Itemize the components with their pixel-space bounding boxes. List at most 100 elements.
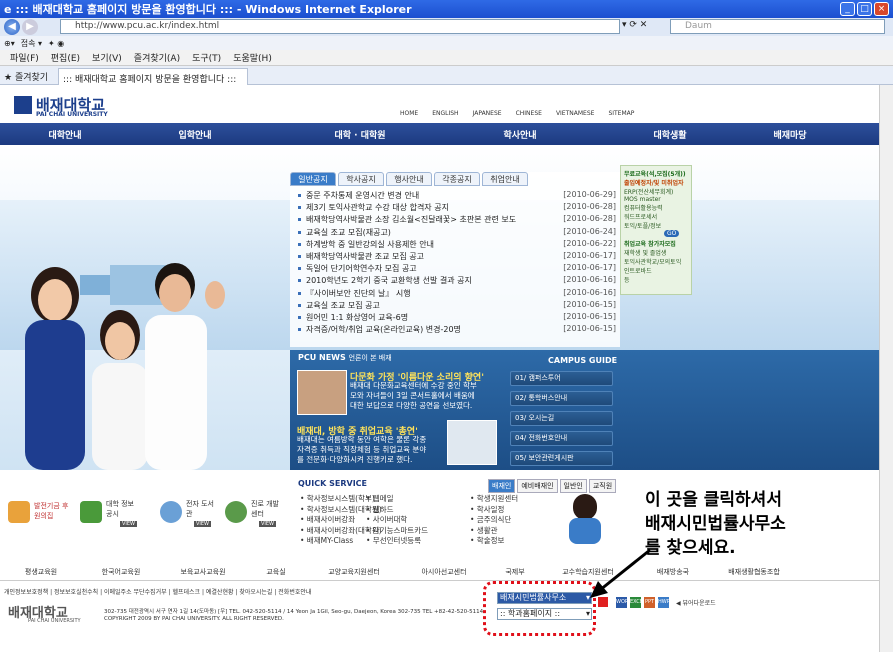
bottom-menu-item[interactable]: 보육교사교육원 xyxy=(160,567,246,577)
quick-fund-button[interactable]: 발전기금 후원의집 xyxy=(8,497,68,529)
tab-general-notice[interactable]: 일반공지 xyxy=(290,172,336,186)
quick-service-link[interactable]: • 다기능스마트카드 xyxy=(366,526,428,537)
side-banner[interactable]: 무료교육(석,모집(5개)) 출입예정자/및 미취업자 ERP(전산세무회계) … xyxy=(620,165,692,295)
banner-line: MOS master xyxy=(624,196,661,203)
link-home[interactable]: HOME xyxy=(400,110,418,117)
quick-service-link[interactable]: • 사이버대학 xyxy=(366,515,428,526)
gnb-item[interactable]: 대학 · 대학원 xyxy=(260,128,460,141)
notice-row[interactable]: 『사이버보안 진단의 날』 시행 [2010-06-16] xyxy=(296,288,616,300)
bottom-menu-item[interactable]: 아시아선교센터 xyxy=(402,567,486,577)
tab-misc-notice[interactable]: 각종공지 xyxy=(434,172,480,186)
bottom-menu-item[interactable]: 교육실 xyxy=(246,567,306,577)
campus-guide-item[interactable]: 05/ 보안관련게시판 xyxy=(510,451,613,466)
back-icon[interactable]: ◀ xyxy=(4,19,20,35)
tab-event-notice[interactable]: 행사안내 xyxy=(386,172,432,186)
menu-view[interactable]: 보기(V) xyxy=(92,51,122,64)
menu-bar: 파일(F) 편집(E) 보기(V) 즐겨찾기(A) 도구(T) 도움말(H) xyxy=(0,50,893,66)
campus-guide-item[interactable]: 01/ 캠퍼스투어 xyxy=(510,371,613,386)
maximize-button[interactable]: □ xyxy=(857,2,872,16)
news-thumbnail-1[interactable] xyxy=(297,370,347,415)
quick-service-link[interactable]: • 학술정보 xyxy=(470,536,518,547)
menu-favorites[interactable]: 즐겨찾기(A) xyxy=(134,51,180,64)
tab-prospective[interactable]: 예비배재인 xyxy=(517,479,558,493)
notice-row[interactable]: 원어민 1:1 화상영어 교육-6명 [2010-06-15] xyxy=(296,312,616,324)
notice-title: 자격증/어학/취업 교육(온라인교육) 변경-20명 xyxy=(306,325,461,335)
quick-service-link[interactable]: • 웹하드 xyxy=(366,505,428,516)
tab-general-public[interactable]: 일반인 xyxy=(559,479,587,493)
notice-row[interactable]: 2010학년도 2학기 중국 교환학생 선발 결과 공지 [2010-06-16] xyxy=(296,275,616,287)
tab-job-notice[interactable]: 취업안내 xyxy=(482,172,528,186)
notice-row[interactable]: 교육실 조교 모집(재공고) [2010-06-24] xyxy=(296,227,616,239)
link-japanese[interactable]: JAPANESE xyxy=(473,110,502,117)
quick-service-link[interactable]: • 웹메일 xyxy=(366,494,428,505)
tab-title: ::: 배재대학교 홈페이지 방문을 환영합니다 ::: xyxy=(63,75,237,85)
menu-help[interactable]: 도움말(H) xyxy=(233,51,272,64)
campus-guide-item[interactable]: 03/ 오시는길 xyxy=(510,411,613,426)
quick-service-link[interactable]: • 학사일정 xyxy=(470,505,518,516)
menu-edit[interactable]: 편집(E) xyxy=(51,51,80,64)
minimize-button[interactable]: _ xyxy=(840,2,855,16)
quick-service-link[interactable]: • 학생지원센터 xyxy=(470,494,518,505)
quick-service-link[interactable]: • 생활관 xyxy=(470,526,518,537)
notice-date: [2010-06-16] xyxy=(563,287,616,297)
link-vietnamese[interactable]: VIETNAMESE xyxy=(556,110,595,117)
notice-row[interactable]: 배재학당역사박물관 소장 김소월<진달래꽃> 초판본 관련 보도 [2010-06… xyxy=(296,214,616,226)
campus-guide-item[interactable]: 04/ 전화번호안내 xyxy=(510,431,613,446)
notice-title: 『사이버보안 진단의 날』 시행 xyxy=(306,288,411,298)
connect-button[interactable]: 접속 ▾ xyxy=(21,38,42,49)
notice-row[interactable]: 배재학당역사박물관 조교 모집 공고 [2010-06-17] xyxy=(296,251,616,263)
quick-library-button[interactable]: 전자 도서관 VIEW xyxy=(160,497,220,529)
menu-file[interactable]: 파일(F) xyxy=(10,51,39,64)
forward-icon[interactable]: ▶ xyxy=(22,19,38,35)
bullet-icon xyxy=(298,242,301,246)
university-logo-icon[interactable] xyxy=(14,96,32,114)
notice-row[interactable]: 자격증/어학/취업 교육(온라인교육) 변경-20명 [2010-06-15] xyxy=(296,324,616,336)
quick-service-link[interactable]: • 무선인터넷등록 xyxy=(366,536,428,547)
menu-tools[interactable]: 도구(T) xyxy=(192,51,221,64)
banner-go-button[interactable]: GO xyxy=(664,230,680,237)
gnb-item[interactable]: 대학생활 xyxy=(580,128,760,141)
quick-info-disclosure-button[interactable]: 대학 정보공시 VIEW xyxy=(80,497,140,529)
campus-guide-item[interactable]: 02/ 통학버스안내 xyxy=(510,391,613,406)
notice-row[interactable]: 하계방학 중 일반강의실 사용제한 안내 [2010-06-22] xyxy=(296,239,616,251)
notice-row[interactable]: 제3기 토익사관학교 수강 대상 합격자 공지 [2010-06-28] xyxy=(296,202,616,214)
tab-staff[interactable]: 교직원 xyxy=(588,479,617,493)
banner-line: 토익/토플/정보 xyxy=(624,223,662,230)
page-scrollbar[interactable] xyxy=(879,85,893,652)
url-input[interactable]: http://www.pcu.ac.kr/index.html xyxy=(60,19,620,34)
link-chinese[interactable]: CHINESE xyxy=(516,110,542,117)
favorites-button[interactable]: ★ 즐겨찾기 xyxy=(4,70,48,83)
bullet-icon xyxy=(298,291,301,295)
tab-academic-notice[interactable]: 학사공지 xyxy=(338,172,384,186)
notice-row[interactable]: 교육실 조교 모집 공고 [2010-06-15] xyxy=(296,300,616,312)
quick-career-button[interactable]: 진로 개발센터 VIEW xyxy=(225,497,285,529)
plugin-icon[interactable]: ✦ ◉ xyxy=(48,39,64,48)
browser-tab[interactable]: ::: 배재대학교 홈페이지 방문을 환영합니다 ::: xyxy=(58,68,248,85)
close-button[interactable]: × xyxy=(874,2,889,16)
link-sitemap[interactable]: SITEMAP xyxy=(608,110,634,117)
bottom-menu-item[interactable]: 평생교육원 xyxy=(0,567,82,577)
footer-links[interactable]: 개인정보보호정책 | 정보보호실천수칙 | 이메일주소 무단수집거부 | 헬프데… xyxy=(4,587,311,596)
bottom-menu-item[interactable]: 배재생활협동조합 xyxy=(714,567,794,577)
home-icon[interactable]: ⊕▾ xyxy=(4,39,15,48)
tab-pcu-member[interactable]: 배재인 xyxy=(488,479,516,493)
bottom-menu-item[interactable]: 한국어교육원 xyxy=(82,567,160,577)
link-english[interactable]: ENGLISH xyxy=(432,110,458,117)
banner-line: 컴퓨터활용능력 xyxy=(624,205,663,212)
notice-row[interactable]: 독일어 단기어학연수자 모집 공고 [2010-06-17] xyxy=(296,263,616,275)
viewer-download-link[interactable]: ◀ 뷰어다운로드 xyxy=(676,598,716,607)
quick-service-link[interactable]: • 금주의식단 xyxy=(470,515,518,526)
gnb-item[interactable]: 학사안내 xyxy=(460,128,580,141)
university-logo-sub: PAI CHAI UNIVERSITY xyxy=(36,111,108,118)
bottom-menu-item[interactable]: 국제부 xyxy=(486,567,544,577)
gnb-item[interactable]: 입학안내 xyxy=(130,128,260,141)
bottom-menu-item[interactable]: 교양교육지원센터 xyxy=(306,567,402,577)
bullet-icon xyxy=(298,303,301,307)
refresh-icon[interactable]: ▾ ⟳ ✕ xyxy=(622,20,647,30)
notice-row[interactable]: 중문 주차통제 운영시간 변경 안내 [2010-06-29] xyxy=(296,190,616,202)
gnb-item[interactable]: 배재마당 xyxy=(760,128,820,141)
gnb-item[interactable]: 대학안내 xyxy=(0,128,130,141)
banner-line: 출입예정자/및 미취업자 xyxy=(624,180,684,187)
news-thumbnail-2[interactable] xyxy=(447,420,497,465)
search-input[interactable]: Daum xyxy=(670,19,885,34)
